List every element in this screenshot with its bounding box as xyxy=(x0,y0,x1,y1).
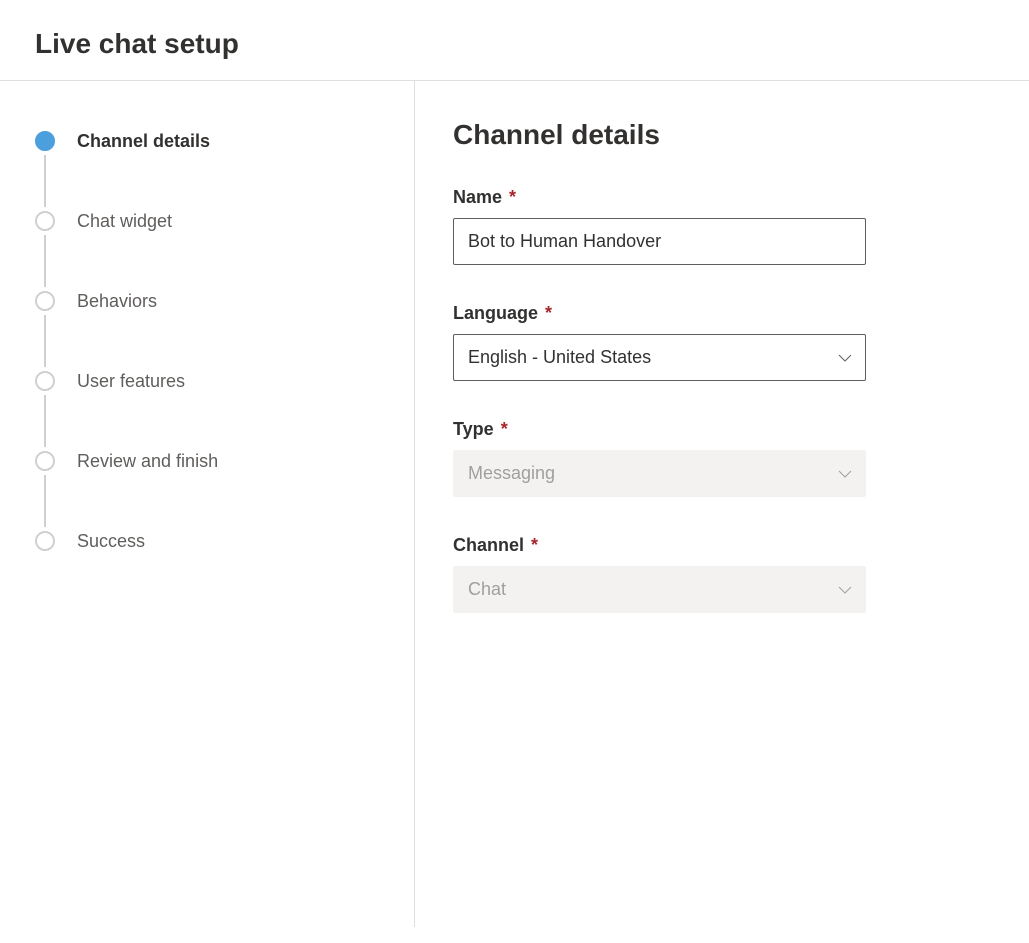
stepper-indicator-icon xyxy=(35,451,55,471)
form-group-language: Language * English - United States xyxy=(453,303,979,381)
stepper-indicator-icon xyxy=(35,291,55,311)
select-value: Chat xyxy=(468,579,506,600)
type-label: Type * xyxy=(453,419,979,440)
channel-select-wrapper: Chat xyxy=(453,566,866,613)
stepper-connector xyxy=(44,235,46,287)
stepper-label: Behaviors xyxy=(77,291,157,311)
stepper-indicator-icon xyxy=(35,211,55,231)
required-indicator: * xyxy=(501,419,508,439)
wizard-stepper-sidebar: Channel details Chat widget Behaviors Us… xyxy=(0,81,415,927)
stepper-connector xyxy=(44,155,46,207)
label-text: Type xyxy=(453,419,494,439)
label-text: Channel xyxy=(453,535,524,555)
stepper-item-chat-widget[interactable]: Chat widget xyxy=(35,211,379,231)
required-indicator: * xyxy=(545,303,552,323)
stepper-connector xyxy=(44,395,46,447)
stepper-item-behaviors[interactable]: Behaviors xyxy=(35,291,379,311)
page-header: Live chat setup xyxy=(0,0,1029,81)
content-heading: Channel details xyxy=(453,119,979,151)
stepper-connector xyxy=(44,475,46,527)
required-indicator: * xyxy=(509,187,516,207)
stepper-item-channel-details[interactable]: Channel details xyxy=(35,131,379,151)
name-input[interactable] xyxy=(453,218,866,265)
stepper-label: Review and finish xyxy=(77,451,218,471)
stepper-indicator-icon xyxy=(35,531,55,551)
name-label: Name * xyxy=(453,187,979,208)
stepper-indicator-icon xyxy=(35,371,55,391)
language-select[interactable]: English - United States xyxy=(453,334,866,381)
form-group-name: Name * xyxy=(453,187,979,265)
page-title: Live chat setup xyxy=(35,28,994,60)
form-group-channel: Channel * Chat xyxy=(453,535,979,613)
stepper-connector xyxy=(44,315,46,367)
form-content: Channel details Name * Language * Englis… xyxy=(415,81,1029,927)
stepper-label: Channel details xyxy=(77,131,210,151)
language-label: Language * xyxy=(453,303,979,324)
select-value: Messaging xyxy=(468,463,555,484)
stepper-indicator-icon xyxy=(35,131,55,151)
form-group-type: Type * Messaging xyxy=(453,419,979,497)
stepper-label: Success xyxy=(77,531,145,551)
stepper-label: Chat widget xyxy=(77,211,172,231)
label-text: Language xyxy=(453,303,538,323)
stepper-item-user-features[interactable]: User features xyxy=(35,371,379,391)
label-text: Name xyxy=(453,187,502,207)
type-select-wrapper: Messaging xyxy=(453,450,866,497)
required-indicator: * xyxy=(531,535,538,555)
language-select-wrapper: English - United States xyxy=(453,334,866,381)
type-select: Messaging xyxy=(453,450,866,497)
stepper-item-review-and-finish[interactable]: Review and finish xyxy=(35,451,379,471)
main-container: Channel details Chat widget Behaviors Us… xyxy=(0,81,1029,927)
wizard-stepper: Channel details Chat widget Behaviors Us… xyxy=(35,131,379,551)
stepper-label: User features xyxy=(77,371,185,391)
stepper-item-success[interactable]: Success xyxy=(35,531,379,551)
select-value: English - United States xyxy=(468,347,651,368)
channel-label: Channel * xyxy=(453,535,979,556)
channel-select: Chat xyxy=(453,566,866,613)
